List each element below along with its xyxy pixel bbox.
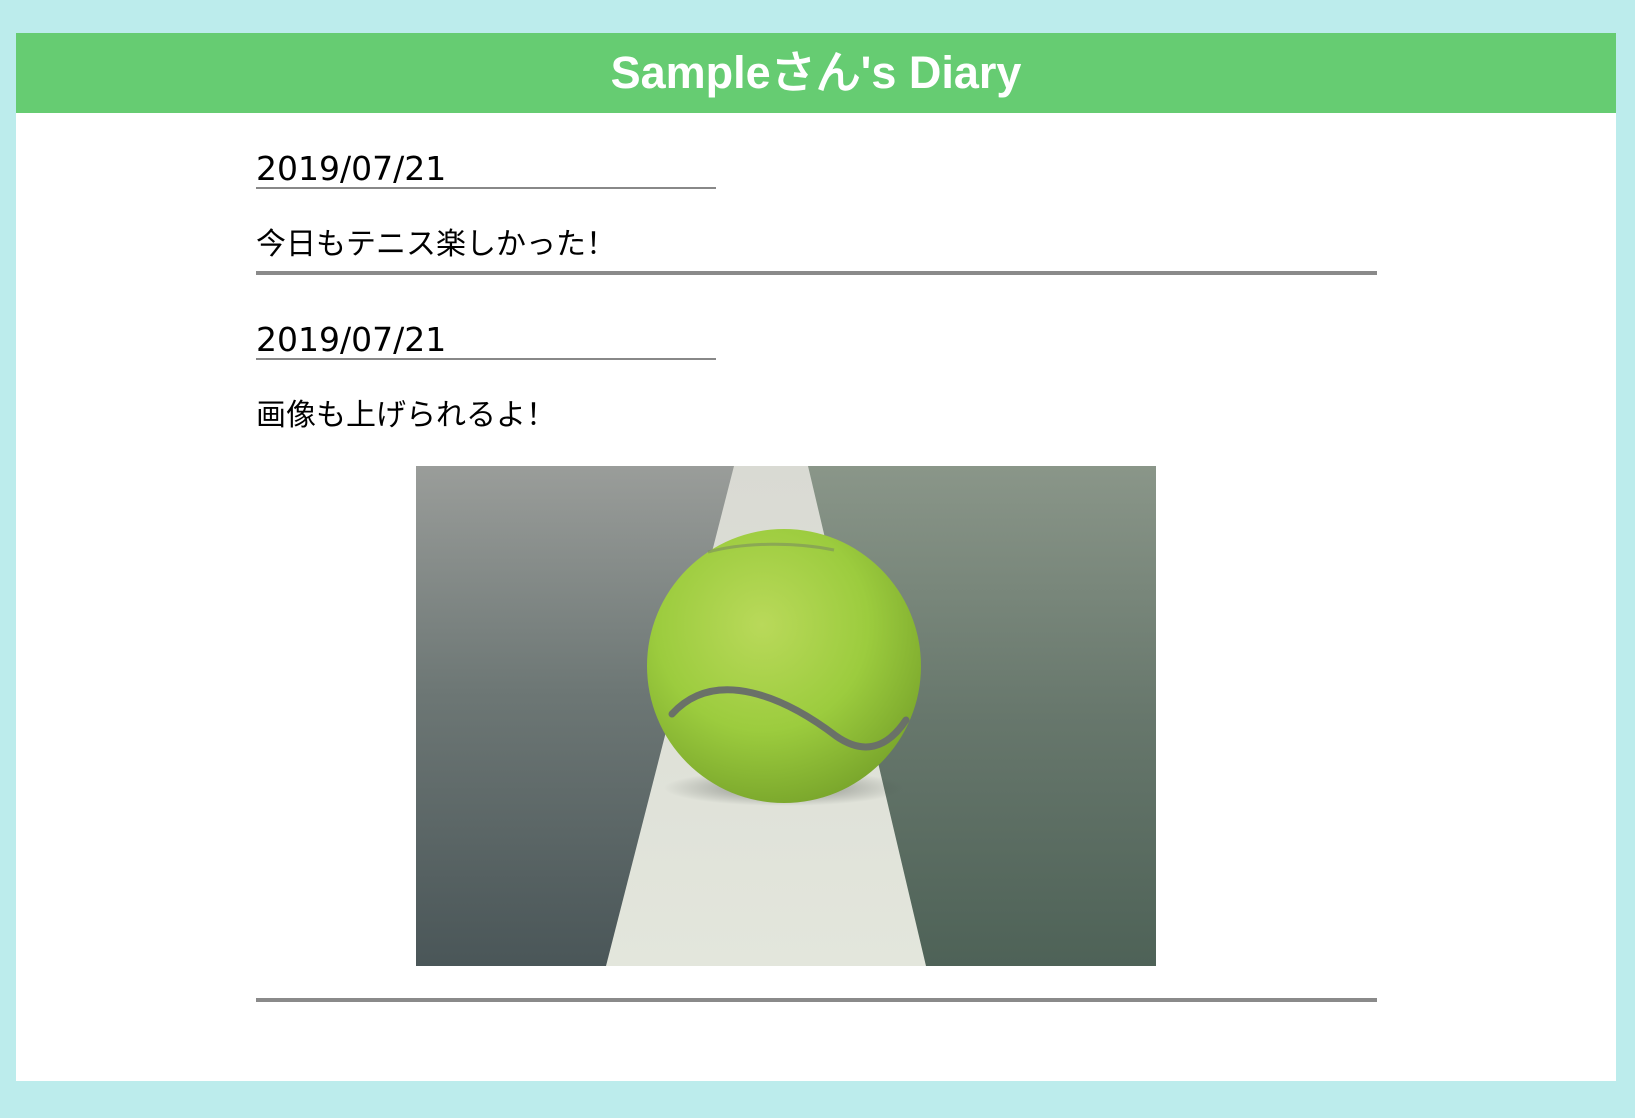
diary-entry: 2019/07/21 今日もテニス楽しかった！ [256,151,1377,275]
entry-text: 今日もテニス楽しかった！ [256,227,616,262]
entry-photo [416,466,1156,966]
entry-text: 画像も上げられるよ！ [256,398,556,433]
page-header: Sampleさん's Diary [16,33,1616,113]
entry-date: 2019/07/21 [256,151,716,189]
tennis-ball-photo [416,466,1156,966]
diary-frame: Sampleさん's Diary 2019/07/21 今日もテニス楽しかった！… [16,33,1616,1081]
diary-entry: 2019/07/21 画像も上げられるよ！ [256,322,1377,1002]
entry-date: 2019/07/21 [256,322,716,360]
page-title: Sampleさん's Diary [610,47,1022,98]
diary-entries: 2019/07/21 今日もテニス楽しかった！ 2019/07/21 画像も上げ… [256,151,1377,1002]
